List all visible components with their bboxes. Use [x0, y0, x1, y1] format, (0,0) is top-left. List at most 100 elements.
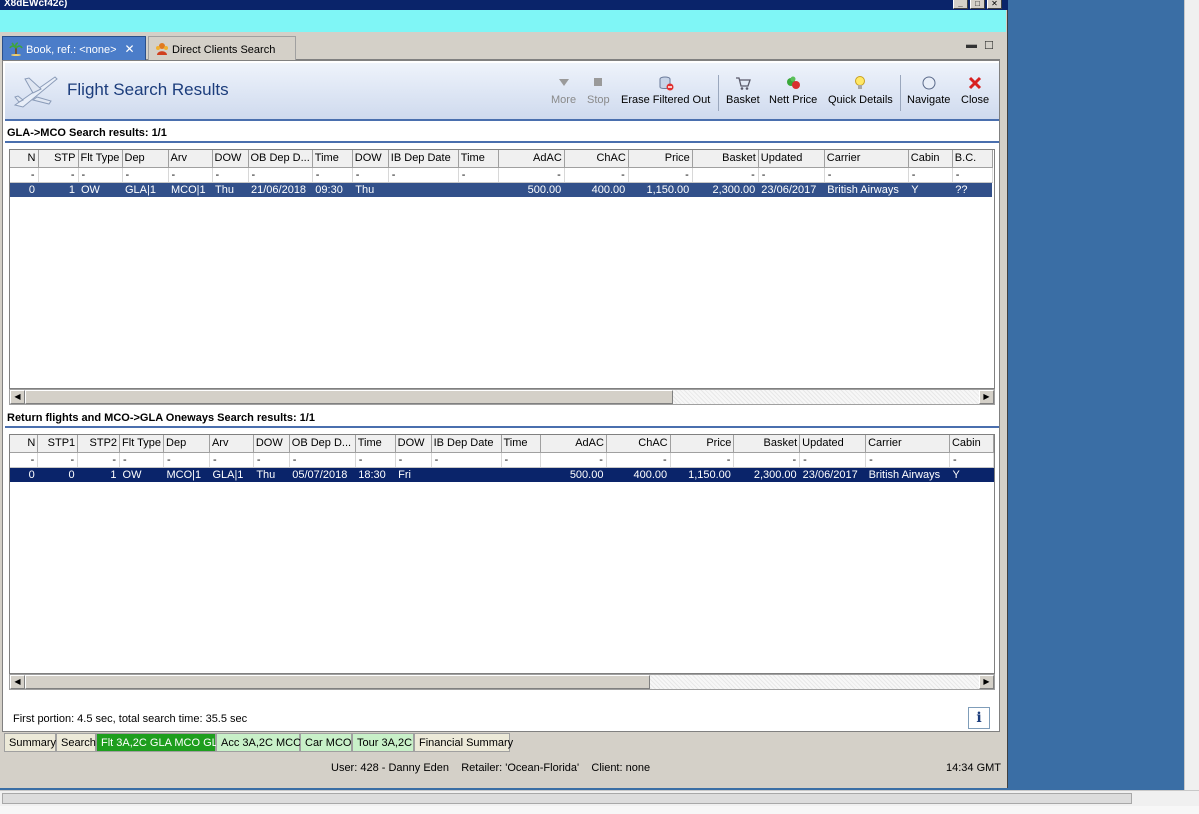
table-row[interactable]: 0 0 1 OW MCO|1 GLA|1 Thu 05/07/2018 18:30 Fri 500.… — [10, 467, 994, 482]
filter-cell[interactable]: - — [758, 167, 825, 183]
filter-row[interactable]: ------------------- — [10, 452, 994, 468]
desktop-horizontal-scrollbar[interactable] — [0, 790, 1199, 806]
column-header[interactable]: STP2 — [77, 435, 121, 453]
column-header[interactable]: Time — [458, 150, 499, 168]
column-header[interactable]: STP1 — [37, 435, 79, 453]
column-header[interactable]: Cabin — [908, 150, 953, 168]
column-header[interactable]: Arv — [209, 435, 254, 453]
minimize-icon[interactable]: _ — [953, 0, 968, 9]
column-header[interactable]: N — [10, 150, 39, 168]
column-header[interactable]: STP — [38, 150, 79, 168]
table-row[interactable]: 0 1 OW GLA|1 MCO|1 Thu 21/06/2018 09:30 Thu 500.0… — [10, 182, 993, 197]
column-header[interactable]: IB Dep Date — [388, 150, 459, 168]
basket-button[interactable]: Basket — [726, 75, 760, 106]
filter-cell[interactable]: - — [78, 167, 123, 183]
outbound-horizontal-scrollbar[interactable]: ◀ ▶ — [9, 389, 995, 405]
tab-book-ref[interactable]: Book, ref.: <none> ✕ — [2, 36, 146, 60]
more-button[interactable]: More — [551, 75, 576, 106]
tab-direct-clients-search[interactable]: Direct Clients Search — [148, 36, 296, 60]
column-header[interactable]: AdAC — [540, 435, 607, 453]
filter-cell[interactable]: - — [395, 452, 432, 468]
column-header[interactable]: ChAC — [606, 435, 671, 453]
quick-details-button[interactable]: Quick Details — [828, 75, 893, 106]
filter-cell[interactable]: - — [355, 452, 396, 468]
column-header[interactable]: DOW — [352, 150, 389, 168]
column-header[interactable]: Time — [501, 435, 542, 453]
scroll-left-icon[interactable]: ◀ — [10, 675, 25, 689]
nett-price-button[interactable]: Nett Price — [769, 75, 817, 106]
bottom-tab[interactable]: Flt 3A,2C GLA MCO GLA — [96, 733, 225, 752]
filter-cell[interactable]: - — [122, 167, 169, 183]
maximize-view-icon[interactable]: ☐ — [984, 39, 994, 52]
filter-cell[interactable]: - — [431, 452, 502, 468]
filter-cell[interactable]: - — [168, 167, 213, 183]
navigate-button[interactable]: Navigate — [907, 75, 950, 106]
filter-cell[interactable]: - — [10, 452, 39, 468]
column-header[interactable]: Basket — [692, 150, 759, 168]
filter-cell[interactable]: - — [952, 167, 993, 183]
filter-cell[interactable]: - — [38, 167, 79, 183]
scroll-thumb[interactable] — [25, 675, 650, 689]
column-header[interactable]: IB Dep Date — [431, 435, 502, 453]
bottom-tab[interactable]: Summary — [4, 733, 56, 752]
filter-cell[interactable]: - — [824, 167, 909, 183]
filter-cell[interactable]: - — [670, 452, 735, 468]
filter-cell[interactable]: - — [458, 167, 499, 183]
scroll-left-icon[interactable]: ◀ — [10, 390, 25, 404]
filter-cell[interactable]: - — [248, 167, 313, 183]
scroll-right-icon[interactable]: ▶ — [979, 390, 994, 404]
column-header[interactable]: Arv — [168, 150, 213, 168]
filter-cell[interactable]: - — [312, 167, 353, 183]
filter-cell[interactable]: - — [289, 452, 356, 468]
column-header[interactable]: Dep — [163, 435, 210, 453]
filter-cell[interactable]: - — [388, 167, 459, 183]
inbound-horizontal-scrollbar[interactable]: ◀ ▶ — [9, 674, 995, 690]
info-button[interactable]: i — [968, 707, 990, 729]
bottom-tab[interactable]: Financial Summary — [414, 733, 513, 752]
filter-cell[interactable]: - — [253, 452, 290, 468]
stop-button[interactable]: Stop — [587, 75, 610, 106]
filter-cell[interactable]: - — [119, 452, 165, 468]
filter-cell[interactable]: - — [628, 167, 693, 183]
column-header[interactable]: Dep — [122, 150, 169, 168]
close-window-icon[interactable]: ✕ — [987, 0, 1002, 9]
column-header[interactable]: DOW — [253, 435, 290, 453]
column-header[interactable]: Time — [355, 435, 396, 453]
filter-cell[interactable]: - — [501, 452, 542, 468]
filter-cell[interactable]: - — [209, 452, 254, 468]
column-header[interactable]: Price — [670, 435, 735, 453]
filter-cell[interactable]: - — [37, 452, 79, 468]
column-header[interactable]: AdAC — [498, 150, 565, 168]
filter-cell[interactable]: - — [949, 452, 994, 468]
filter-cell[interactable]: - — [498, 167, 565, 183]
filter-cell[interactable]: - — [540, 452, 607, 468]
bottom-tab[interactable]: Acc 3A,2C MCO — [216, 733, 302, 752]
filter-cell[interactable]: - — [865, 452, 950, 468]
column-header[interactable]: B.C. — [952, 150, 993, 168]
bottom-tab[interactable]: Search — [56, 733, 96, 752]
filter-cell[interactable]: - — [77, 452, 121, 468]
maximize-icon[interactable]: □ — [970, 0, 985, 9]
bottom-tab[interactable]: Car MCO — [300, 733, 352, 752]
column-header[interactable]: Updated — [799, 435, 867, 453]
close-button[interactable]: Close — [961, 75, 989, 106]
column-header[interactable]: OB Dep D... — [289, 435, 356, 453]
column-header[interactable]: Carrier — [824, 150, 909, 168]
column-header[interactable]: Carrier — [865, 435, 950, 453]
filter-cell[interactable]: - — [908, 167, 953, 183]
filter-cell[interactable]: - — [606, 452, 671, 468]
close-tab-icon[interactable]: ✕ — [125, 42, 135, 56]
filter-cell[interactable]: - — [733, 452, 801, 468]
column-header[interactable]: Flt Type — [78, 150, 123, 168]
bottom-tab[interactable]: Tour 3A,2C — [352, 733, 414, 752]
column-header[interactable]: Time — [312, 150, 353, 168]
column-header[interactable]: DOW — [212, 150, 249, 168]
column-header[interactable]: Flt Type — [119, 435, 165, 453]
column-header[interactable]: OB Dep D... — [248, 150, 313, 168]
column-header[interactable]: Price — [628, 150, 693, 168]
filter-cell[interactable]: - — [10, 167, 39, 183]
filter-cell[interactable]: - — [352, 167, 389, 183]
filter-cell[interactable]: - — [564, 167, 629, 183]
scroll-thumb[interactable] — [25, 390, 673, 404]
filter-cell[interactable]: - — [212, 167, 249, 183]
